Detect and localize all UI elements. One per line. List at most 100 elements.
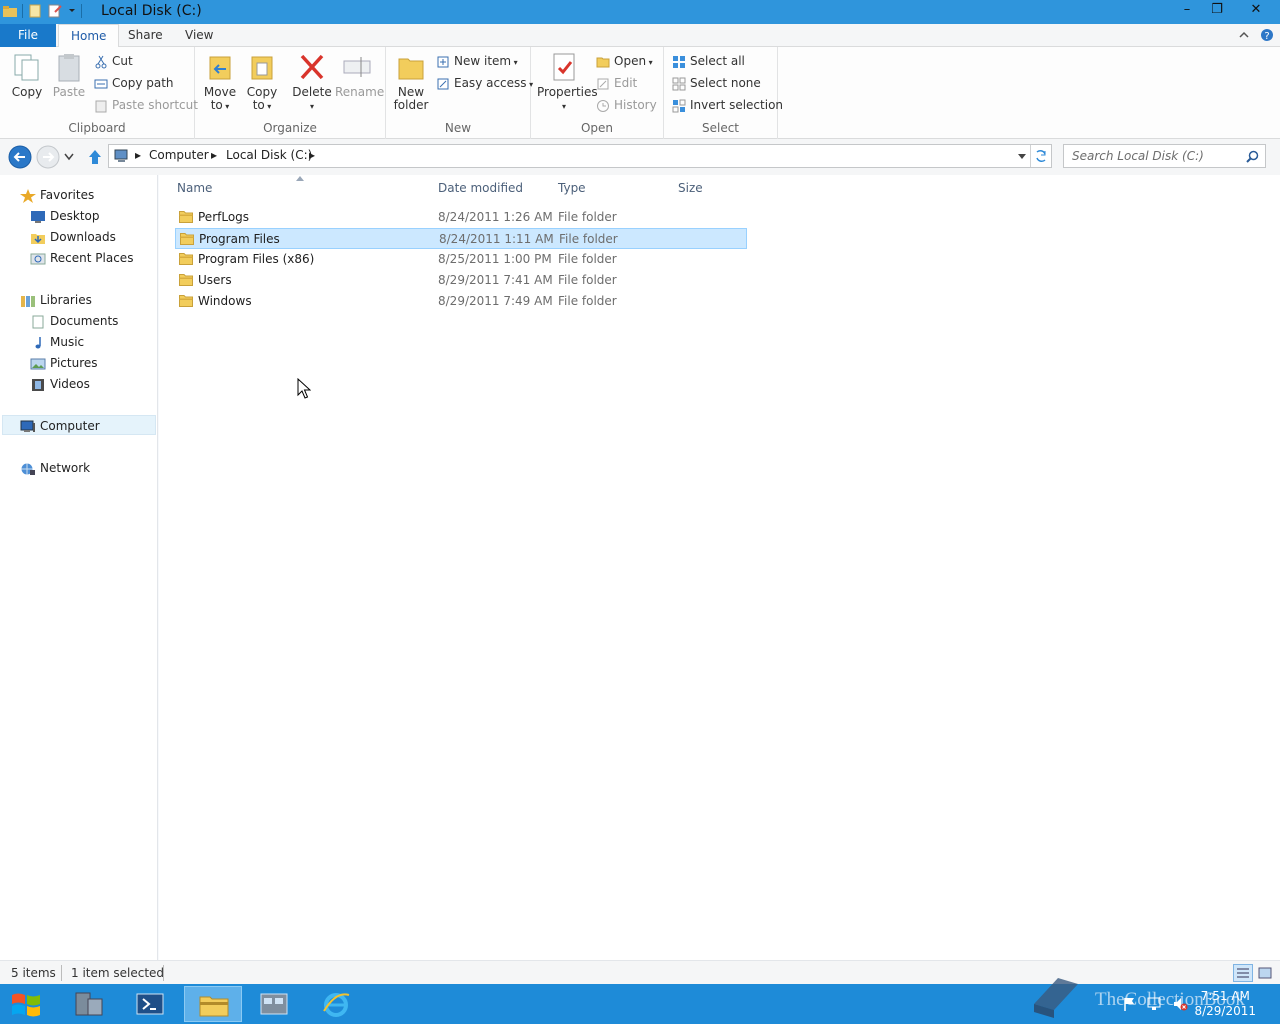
open-group: Properties ▾ Open ▾ Edit History Open [531, 47, 664, 139]
internet-explorer-taskbar-button[interactable] [307, 986, 365, 1022]
move-to-button[interactable]: Move to ▾ [201, 51, 239, 113]
file-name[interactable]: Program Files [199, 232, 280, 246]
invert-selection-button[interactable]: Invert selection [672, 95, 783, 115]
powershell-taskbar-button[interactable] [121, 986, 179, 1022]
help-icon[interactable]: ? [1260, 28, 1274, 42]
forward-button[interactable] [36, 145, 60, 169]
explorer-app-icon[interactable] [2, 3, 18, 19]
sidebar-item-downloads[interactable]: Downloads [30, 227, 116, 247]
sidebar-item-music[interactable]: Music [30, 332, 84, 352]
chevron-down-icon: ▾ [646, 58, 653, 67]
refresh-icon[interactable] [1034, 149, 1048, 163]
edit-button[interactable]: Edit [596, 73, 637, 93]
rename-button[interactable]: Rename [335, 51, 384, 99]
column-header-date-modified[interactable]: Date modified [438, 181, 523, 195]
action-center-flag-icon[interactable] [1122, 996, 1138, 1012]
history-button[interactable]: History [596, 95, 657, 115]
chevron-right-icon[interactable]: ▸ [135, 148, 141, 162]
network-taskbar-button[interactable] [245, 986, 303, 1022]
new-item-button[interactable]: New item ▾ [436, 51, 518, 71]
new-folder-qat-icon[interactable] [47, 3, 63, 19]
copy-to-button[interactable]: Copy to ▾ [243, 51, 281, 113]
breadcrumb-computer[interactable]: Computer [149, 148, 209, 162]
maximize-button[interactable]: ❐ [1202, 0, 1232, 22]
network-status-icon[interactable] [1146, 996, 1164, 1012]
details-view-icon[interactable] [1233, 964, 1253, 982]
select-none-icon [672, 77, 686, 90]
tab-view[interactable]: View [173, 24, 225, 47]
large-icons-view-icon[interactable] [1257, 965, 1273, 981]
tab-home[interactable]: Home [58, 24, 120, 48]
sidebar-item-documents[interactable]: Documents [30, 311, 118, 331]
sidebar-item-network[interactable]: Network [20, 458, 90, 478]
file-explorer-taskbar-button[interactable] [184, 986, 242, 1022]
organize-group-label: Organize [263, 121, 317, 135]
table-row[interactable]: PerfLogs 8/24/2011 1:26 AM File folder [175, 207, 747, 228]
copy-button[interactable]: Copy [8, 51, 46, 99]
new-item-label: New item [454, 54, 512, 68]
collapse-ribbon-icon[interactable] [1238, 28, 1250, 42]
file-type: File folder [558, 252, 617, 266]
delete-button[interactable]: Delete ▾ [292, 51, 332, 113]
open-button[interactable]: Open ▾ [596, 51, 653, 71]
table-row[interactable]: Program Files (x86) 8/25/2011 1:00 PM File… [175, 249, 747, 270]
navigation-bar: ▸ Computer ▸ Local Disk (C:) ▸ Search Lo… [0, 139, 1280, 175]
tab-share[interactable]: Share [116, 24, 175, 47]
file-name[interactable]: PerfLogs [198, 210, 249, 224]
chevron-right-icon[interactable]: ▸ [211, 148, 217, 162]
copy-to-icon [251, 56, 273, 80]
new-item-icon [437, 56, 449, 67]
table-row[interactable]: Windows 8/29/2011 7:49 AM File folder [175, 291, 747, 312]
file-name[interactable]: Program Files (x86) [198, 252, 314, 266]
up-arrow-icon[interactable] [86, 148, 104, 166]
select-none-label: Select none [690, 76, 761, 90]
file-name[interactable]: Windows [198, 294, 252, 308]
windows-start-icon[interactable] [10, 990, 42, 1018]
back-button[interactable] [8, 145, 32, 169]
address-dropdown-icon[interactable] [1017, 153, 1027, 161]
recent-places-icon [30, 253, 46, 264]
file-type: File folder [558, 210, 617, 224]
status-bar: 5 items 1 item selected [0, 960, 1280, 984]
select-all-button[interactable]: Select all [672, 51, 745, 71]
file-type: File folder [558, 273, 617, 287]
table-row[interactable]: Program Files 8/24/2011 1:11 AM File folde… [175, 228, 747, 249]
search-icon[interactable] [1246, 150, 1259, 163]
column-header-type[interactable]: Type [558, 181, 586, 195]
chevron-down-icon[interactable] [67, 3, 77, 19]
copy-path-button[interactable]: Copy path [94, 73, 174, 93]
sidebar-item-favorites[interactable]: Favorites [20, 185, 94, 205]
sidebar-item-pictures[interactable]: Pictures [30, 353, 98, 373]
new-folder-button[interactable]: New folder [392, 51, 430, 112]
tab-file[interactable]: File [0, 24, 56, 47]
sidebar-item-computer[interactable]: Computer [2, 415, 156, 435]
paste-shortcut-button[interactable]: Paste shortcut [94, 95, 198, 115]
ribbon-tabs: File Home Share View ? [0, 24, 1280, 48]
sidebar-item-videos[interactable]: Videos [30, 374, 90, 394]
select-none-button[interactable]: Select none [672, 73, 761, 93]
easy-access-button[interactable]: Easy access ▾ [436, 73, 533, 93]
properties-button[interactable]: Properties ▾ [537, 51, 598, 113]
minimize-button[interactable]: – [1172, 0, 1202, 22]
sidebar-item-desktop[interactable]: Desktop [30, 206, 100, 226]
properties-qat-icon[interactable] [27, 3, 43, 19]
chevron-right-icon[interactable]: ▸ [309, 148, 315, 162]
breadcrumb-local-disk[interactable]: Local Disk (C:) [226, 148, 312, 162]
sidebar-item-recent-places[interactable]: Recent Places [30, 248, 133, 268]
cut-button[interactable]: Cut [94, 51, 133, 71]
sidebar-item-libraries[interactable]: Libraries [20, 290, 92, 310]
recent-locations-icon[interactable] [64, 153, 74, 161]
paste-button[interactable]: Paste [50, 51, 88, 99]
column-header-name[interactable]: Name [177, 181, 212, 195]
taskbar-clock[interactable]: 7:51 AM 8/29/2011 [1194, 989, 1256, 1019]
close-button[interactable]: ✕ [1232, 0, 1280, 22]
address-bar[interactable]: ▸ Computer ▸ Local Disk (C:) ▸ [108, 144, 1052, 168]
column-header-size[interactable]: Size [678, 181, 703, 195]
file-name[interactable]: Users [198, 273, 232, 287]
search-input[interactable]: Search Local Disk (C:) [1063, 144, 1266, 168]
table-row[interactable]: Users 8/29/2011 7:41 AM File folder [175, 270, 747, 291]
new-folder-label-1: New [397, 85, 425, 99]
server-manager-taskbar-button[interactable] [60, 986, 118, 1022]
invert-selection-label: Invert selection [690, 98, 784, 112]
speaker-muted-icon[interactable] [1172, 996, 1188, 1012]
